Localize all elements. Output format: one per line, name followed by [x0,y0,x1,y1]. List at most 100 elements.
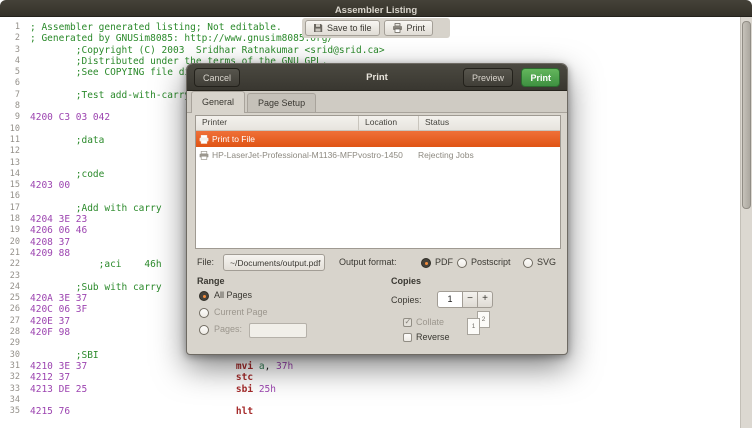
line-number: 17 [0,203,20,214]
line-number: 29 [0,338,20,349]
line-number: 31 [0,361,20,372]
line-number: 6 [0,78,20,89]
line-number: 1 [0,22,20,33]
radio-all-pages-label: All Pages [214,290,252,300]
line-number: 7 [0,90,20,101]
copies-label: Copies: [391,295,422,305]
window-titlebar[interactable]: Assembler Listing [0,0,752,17]
file-button[interactable]: ~/Documents/output.pdf [223,254,325,271]
printer-name: HP-LaserJet-Professional-M1136-MFP [212,150,358,160]
reverse-checkbox[interactable] [403,333,412,342]
print-button-label: Print [407,23,426,33]
save-to-file-button[interactable]: Save to file [305,20,380,36]
column-location[interactable]: Location [358,116,418,130]
output-format-label: Output format: [339,257,397,267]
radio-current-page[interactable] [199,308,209,318]
collate-preview: 2 1 [467,311,495,337]
line-number: 8 [0,101,20,112]
code-line: 3 ;Copyright (C) 2003 Sridhar Ratnakumar… [0,45,740,56]
copies-value[interactable]: 1 [437,291,463,308]
line-number: 26 [0,304,20,315]
line-number: 24 [0,282,20,293]
cancel-button[interactable]: Cancel [194,68,240,87]
line-number: 9 [0,112,20,123]
line-number: 10 [0,124,20,135]
print-button[interactable]: Print [384,20,434,36]
line-number: 18 [0,214,20,225]
scrollbar-thumb[interactable] [742,21,751,209]
line-number: 11 [0,135,20,146]
line-number: 32 [0,372,20,383]
tab-general[interactable]: General [191,91,245,113]
line-number: 5 [0,67,20,78]
pages-input[interactable] [249,323,307,338]
radio-postscript[interactable] [457,258,467,268]
line-number: 16 [0,191,20,202]
reverse-label: Reverse [416,332,450,342]
radio-current-page-label: Current Page [214,307,268,317]
printer-name: Print to File [212,134,358,144]
line-number: 28 [0,327,20,338]
assembler-listing-window: Assembler Listing 1; Assembler generated… [0,0,752,428]
line-number: 2 [0,33,20,44]
radio-postscript-label: Postscript [471,257,511,267]
code-line: 354215 76 hlt [0,406,740,417]
line-number: 19 [0,225,20,236]
print-dialog: Print Cancel Preview Print General Page … [186,63,568,355]
radio-pages[interactable] [199,325,209,335]
copies-section-title: Copies [391,276,421,286]
copies-decrement-button[interactable]: − [462,291,478,308]
collate-preview-page-1: 1 [467,318,480,335]
collate-label: Collate [416,317,444,327]
line-number: 20 [0,237,20,248]
printer-status: Rejecting Jobs [418,150,560,160]
save-icon [313,23,323,33]
line-number: 4 [0,56,20,67]
printer-icon [392,23,403,33]
column-status[interactable]: Status [418,116,560,130]
range-section-title: Range [197,276,225,286]
file-label: File: [197,257,214,267]
vertical-scrollbar[interactable] [740,17,752,428]
copies-spinner: 1 − + [437,291,493,308]
radio-all-pages[interactable] [199,291,209,301]
print-dialog-header: Print Cancel Preview Print [187,64,567,91]
tab-page-setup[interactable]: Page Setup [247,93,316,112]
printer-location: vostro-1450 [358,150,418,160]
printer-row-icon [196,151,212,160]
code-line: 334213 DE 25 sbi 25h [0,384,740,395]
printer-list: Printer Location Status Print to File HP-… [195,115,561,249]
copies-increment-button[interactable]: + [477,291,493,308]
radio-pdf-label: PDF [435,257,453,267]
column-printer[interactable]: Printer [196,116,358,130]
collate-checkbox[interactable] [403,318,412,327]
print-confirm-button[interactable]: Print [521,68,560,87]
line-number: 12 [0,146,20,157]
line-number: 15 [0,180,20,191]
code-line: 314210 3E 37 mvi a, 37h [0,361,740,372]
line-number: 30 [0,350,20,361]
printer-row-icon [196,135,212,144]
line-number: 23 [0,271,20,282]
radio-svg-label: SVG [537,257,556,267]
line-number: 27 [0,316,20,327]
line-number: 34 [0,395,20,406]
line-number: 22 [0,259,20,270]
preview-button[interactable]: Preview [463,68,513,87]
dialog-tabs: General Page Setup [187,91,567,113]
line-number: 35 [0,406,20,417]
code-line: 34 [0,395,740,406]
radio-pages-label: Pages: [214,324,242,334]
line-number: 3 [0,45,20,56]
window-title: Assembler Listing [335,5,417,16]
code-line: 324212 37 stc [0,372,740,383]
radio-pdf[interactable] [421,258,431,268]
radio-svg[interactable] [523,258,533,268]
line-number: 25 [0,293,20,304]
printer-row[interactable]: HP-LaserJet-Professional-M1136-MFPvostro… [196,147,560,163]
printer-rows: Print to File HP-LaserJet-Professional-M1… [196,131,560,163]
save-button-label: Save to file [327,23,372,33]
line-number: 14 [0,169,20,180]
line-number: 21 [0,248,20,259]
printer-row[interactable]: Print to File [196,131,560,147]
